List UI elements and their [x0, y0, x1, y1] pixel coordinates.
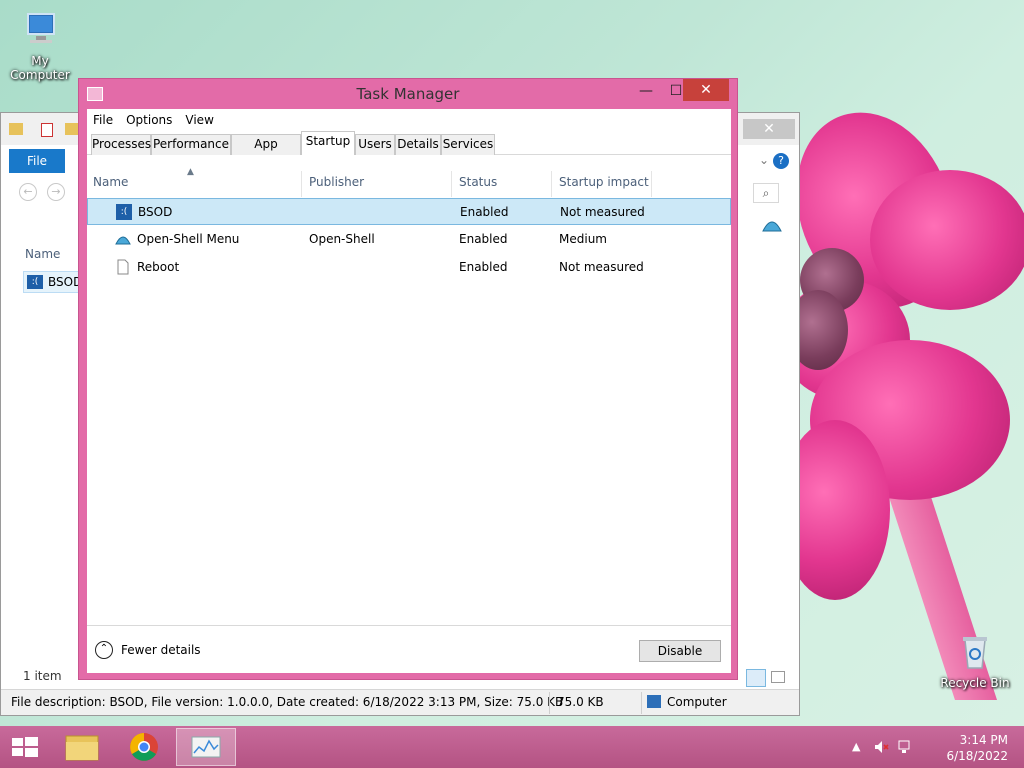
disable-button[interactable]: Disable: [639, 640, 721, 662]
row-startup-impact: Medium: [559, 232, 607, 246]
task-manager-icon: [191, 736, 221, 758]
chevron-up-icon: ⌃: [95, 641, 113, 659]
properties-icon: [41, 123, 53, 137]
open-shell-icon: [761, 215, 783, 235]
details-view-icon[interactable]: [746, 669, 766, 687]
network-icon[interactable]: [898, 740, 914, 754]
task-manager-titlebar[interactable]: Task Manager — ☐ ✕: [79, 79, 737, 109]
column-header-name[interactable]: Name: [25, 247, 60, 261]
taskbar-task-manager[interactable]: [176, 728, 236, 766]
close-button[interactable]: ✕: [683, 79, 729, 101]
status-location: Computer: [667, 695, 727, 709]
chevron-down-icon[interactable]: ⌄: [759, 153, 769, 167]
desktop-icon-label: Recycle Bin: [940, 676, 1010, 690]
task-manager-window[interactable]: Task Manager — ☐ ✕ File Options View Pro…: [78, 78, 738, 680]
tab-processes[interactable]: Processes: [91, 134, 151, 155]
menu-view[interactable]: View: [185, 113, 213, 127]
column-header-status[interactable]: Status: [459, 175, 497, 189]
tab-services[interactable]: Services: [441, 134, 495, 155]
file-list-item[interactable]: :( BSOD: [23, 271, 83, 293]
taskbar-file-explorer[interactable]: [52, 728, 112, 766]
explorer-status-bar: File description: BSOD, File version: 1.…: [1, 689, 799, 715]
item-count-label: 1 item: [23, 669, 62, 683]
recycle-bin-icon: [955, 632, 995, 672]
desktop-icon-recycle-bin[interactable]: Recycle Bin: [935, 632, 1015, 690]
bsod-icon: :(: [27, 275, 43, 289]
folder-icon: [65, 735, 99, 761]
tab-users[interactable]: Users: [355, 134, 395, 155]
menu-options[interactable]: Options: [126, 113, 172, 127]
column-separator[interactable]: [451, 171, 452, 197]
computer-icon: [20, 10, 60, 50]
bsod-icon: :(: [116, 204, 132, 220]
table-row[interactable]: Open-Shell Menu Open-Shell Enabled Mediu…: [87, 226, 731, 253]
task-manager-footer: ⌃ Fewer details Disable: [87, 625, 731, 673]
start-button[interactable]: [0, 728, 50, 766]
file-icon: [115, 259, 131, 275]
clock-time: 3:14 PM: [959, 733, 1008, 747]
row-status: Enabled: [460, 205, 509, 219]
task-manager-content: File Options View Processes Performance …: [87, 109, 731, 673]
column-headers: ▲ Name Publisher Status Startup impact: [87, 155, 731, 197]
chrome-icon: [130, 733, 158, 761]
computer-icon: [647, 695, 661, 708]
row-name: Open-Shell Menu: [137, 232, 240, 246]
large-icons-view-icon[interactable]: [771, 671, 785, 683]
fewer-details-link[interactable]: ⌃ Fewer details: [95, 641, 201, 659]
folder-icon: [9, 123, 23, 135]
clock-date: 6/18/2022: [946, 749, 1008, 763]
row-name: BSOD: [138, 205, 173, 219]
back-arrow-icon[interactable]: ←: [19, 183, 37, 201]
row-startup-impact: Not measured: [560, 205, 645, 219]
tab-startup[interactable]: Startup: [301, 131, 355, 156]
help-icon[interactable]: ?: [773, 153, 789, 169]
tab-app-history[interactable]: App history: [231, 134, 301, 170]
tab-details[interactable]: Details: [395, 134, 441, 155]
close-button[interactable]: ✕: [743, 119, 795, 139]
open-shell-icon: [115, 231, 131, 247]
fewer-details-label: Fewer details: [121, 643, 201, 657]
column-header-name[interactable]: Name: [93, 175, 128, 189]
forward-arrow-icon[interactable]: →: [47, 183, 65, 201]
status-file-description: File description: BSOD, File version: 1.…: [11, 695, 564, 709]
table-row[interactable]: :( BSOD Enabled Not measured: [87, 198, 731, 225]
column-separator[interactable]: [301, 171, 302, 197]
search-icon[interactable]: ⌕: [753, 183, 779, 203]
folder-icon: [65, 123, 79, 135]
row-startup-impact: Not measured: [559, 260, 644, 274]
tab-performance[interactable]: Performance: [151, 134, 231, 155]
status-separator: [549, 692, 550, 714]
tab-bar: Processes Performance App history Startu…: [87, 131, 731, 170]
minimize-button[interactable]: —: [631, 81, 661, 101]
status-separator: [641, 692, 642, 714]
taskbar: ▲ 3:14 PM 6/18/2022: [0, 726, 1024, 768]
show-hidden-icons-icon[interactable]: ▲: [852, 740, 860, 753]
row-name: Reboot: [137, 260, 180, 274]
menu-file[interactable]: File: [93, 113, 113, 127]
table-row[interactable]: Reboot Enabled Not measured: [87, 254, 731, 281]
desktop-icon-label: My Computer: [10, 54, 70, 82]
row-status: Enabled: [459, 260, 508, 274]
wallpaper-flower: [780, 80, 1024, 700]
menu-bar: File Options View: [87, 109, 731, 131]
sort-ascending-icon: ▲: [187, 167, 194, 177]
row-publisher: Open-Shell: [309, 232, 375, 246]
volume-muted-icon[interactable]: [874, 740, 890, 754]
ribbon-file-tab[interactable]: File: [9, 149, 65, 173]
column-header-startup-impact[interactable]: Startup impact: [559, 175, 649, 189]
status-file-size: 75.0 KB: [557, 695, 604, 709]
column-separator[interactable]: [551, 171, 552, 197]
column-separator[interactable]: [651, 171, 652, 197]
column-header-publisher[interactable]: Publisher: [309, 175, 364, 189]
desktop-icon-my-computer[interactable]: My Computer: [0, 10, 80, 82]
system-clock[interactable]: 3:14 PM 6/18/2022: [946, 732, 1008, 764]
windows-logo-icon: [12, 737, 38, 757]
taskbar-chrome[interactable]: [114, 728, 174, 766]
wallpaper-petal: [870, 170, 1024, 310]
row-status: Enabled: [459, 232, 508, 246]
